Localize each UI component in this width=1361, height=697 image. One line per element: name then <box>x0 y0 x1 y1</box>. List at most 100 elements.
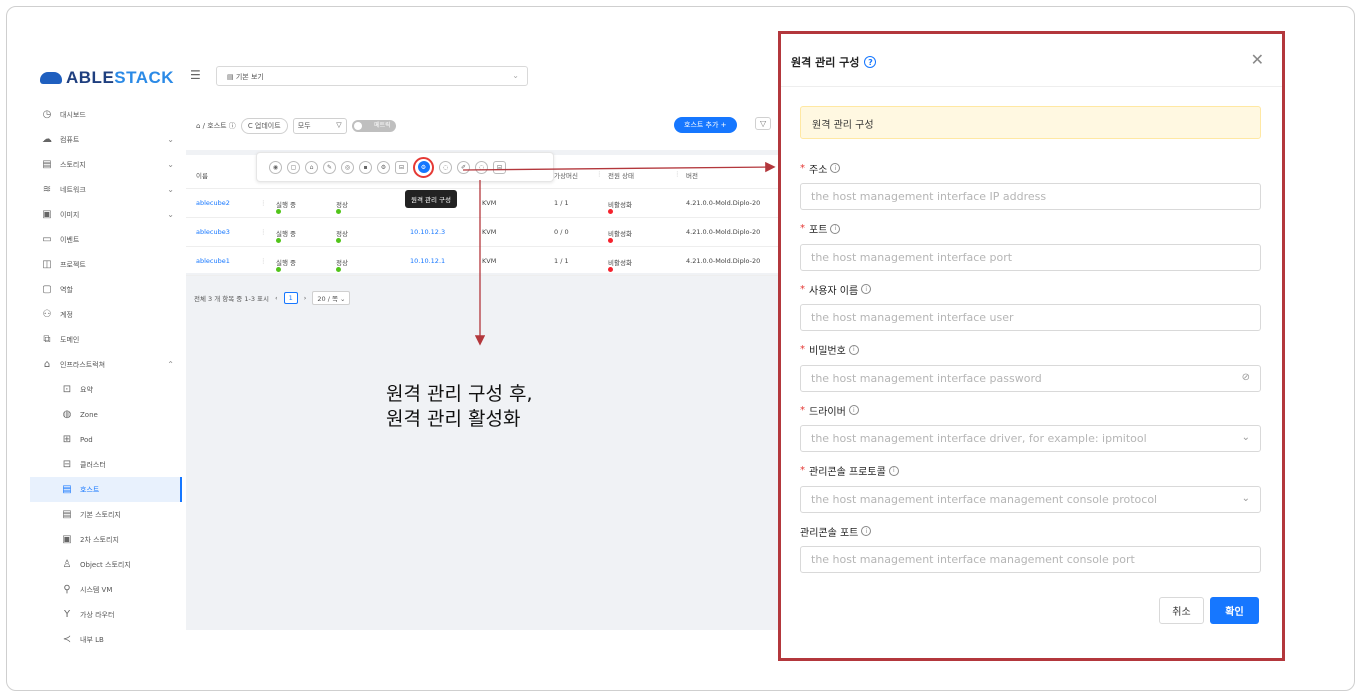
action-metrics-icon[interactable]: ◉ <box>269 160 282 174</box>
action-console-icon[interactable]: ⊟ <box>395 160 408 174</box>
cancel-button[interactable]: 취소 <box>1159 597 1204 624</box>
info-icon[interactable]: i <box>888 465 899 476</box>
sidebar-item[interactable]: ▣ 2차 스토리지 <box>30 527 182 552</box>
event-icon: ▭ <box>42 234 52 245</box>
configure-remote-management-button[interactable]: ⚙ <box>413 156 434 178</box>
filter-select[interactable]: 모두 ▽ <box>292 118 347 134</box>
metrics-toggle[interactable]: 메트릭 <box>351 120 396 132</box>
host-name-link-text: ablecube1 <box>196 257 230 265</box>
info-icon[interactable]: i <box>830 223 841 234</box>
field-label: 관리콘솔 포트 i <box>800 524 1261 539</box>
info-icon[interactable]: i <box>861 284 872 294</box>
ablestack-logo[interactable]: ABLESTACK <box>40 68 174 88</box>
main-content: ⌂ / 호스트 ⓘ C 업데이트 모두 ▽ 메트릭 호스트 추가 + ▽ 이름 가… <box>186 100 780 630</box>
view-select[interactable]: ▤ 기본 보기 ⌄ <box>216 66 528 86</box>
host-name-link[interactable]: ablecube3 <box>196 228 230 236</box>
role-icon: ▢ <box>42 284 52 295</box>
sidebar-item[interactable]: ☁ 컴퓨트 ⌄ <box>30 127 182 152</box>
field-input[interactable]: the host management interface management… <box>800 485 1261 513</box>
field-input[interactable]: the host management interface driver, fo… <box>800 425 1261 452</box>
sidebar-item[interactable]: ≋ 네트워크 ⌄ <box>30 177 182 202</box>
header-version[interactable]: 버전 <box>686 170 698 180</box>
sidebar-item[interactable]: ▤ 스토리지 ⌄ <box>30 152 182 177</box>
sidebar-item[interactable]: ▢ 역할 <box>30 277 182 302</box>
sidebar-item[interactable]: ⚲ 시스템 VM <box>30 577 182 602</box>
sidebar-item-label: 계정 <box>60 310 73 319</box>
sidebar-item[interactable]: ◫ 프로젝트 <box>30 252 182 277</box>
version-cell-text: 4.21.0.0-Mold.Diplo-20 <box>686 228 761 236</box>
host-name-link[interactable]: ablecube1 <box>196 257 230 265</box>
action-shield-icon[interactable]: ◌ <box>439 160 452 174</box>
add-host-button[interactable]: 호스트 추가 + <box>674 117 737 133</box>
sidebar-item[interactable]: ◷ 대시보드 <box>30 102 182 127</box>
field-label-text: 비밀번호 <box>809 346 846 357</box>
menu-fold-icon[interactable]: ☰ <box>190 68 201 82</box>
action-home-icon[interactable]: ⌂ <box>305 160 318 174</box>
page-size-select[interactable]: 20 / 쪽 ⌄ <box>312 291 351 305</box>
resource-state-cell-text: 정상 <box>336 259 348 267</box>
close-icon[interactable]: ✕ <box>1251 50 1264 69</box>
action-pencil-icon[interactable]: ✎ <box>323 160 336 174</box>
pager-current-page[interactable]: 1 <box>283 292 298 304</box>
column-filter-button[interactable]: ▽ <box>755 117 772 130</box>
sidebar-item-label: 인프라스트럭쳐 <box>60 360 106 369</box>
sidebar-item[interactable]: ⊞ Pod <box>30 427 182 452</box>
sidebar-item[interactable]: ⧉ 도메인 <box>30 327 182 352</box>
action-edit-icon[interactable]: ▢ <box>287 160 300 174</box>
refresh-button[interactable]: C 업데이트 <box>240 118 288 134</box>
sidebar-item[interactable]: ♙ Object 스토리지 <box>30 552 182 577</box>
sidebar-item[interactable]: Y 가상 라우터 <box>30 602 182 627</box>
required-mark: * <box>800 344 805 355</box>
table-row[interactable]: ⋮ ablecube1 실행 중 정상 10.10.12.1 KVM 1 / 1 비활성화 4.… <box>186 247 780 276</box>
sidebar-item[interactable]: ⌂ 인프라스트럭쳐 ⌃ <box>30 352 182 377</box>
help-icon[interactable]: ? <box>864 56 877 68</box>
breadcrumb-path[interactable]: ⌂ / 호스트 ⓘ <box>196 121 236 131</box>
action-lock-icon[interactable]: ◎ <box>341 160 354 174</box>
header-vms[interactable]: 가상머신 <box>554 170 578 180</box>
resource-state-cell: 정상 <box>336 228 348 243</box>
sidebar-item[interactable]: ▤ 기본 스토리지 <box>30 502 182 527</box>
status-dot-icon <box>276 238 281 243</box>
info-icon[interactable]: i <box>848 344 859 355</box>
action-delete-icon[interactable]: ⊟ <box>493 160 506 174</box>
field-input[interactable]: the host management interface port <box>800 243 1261 271</box>
action-cycle-icon[interactable]: ◌ <box>475 160 488 174</box>
zone-icon: ◍ <box>62 409 72 420</box>
table-row[interactable]: ⋮ ablecube3 실행 중 정상 10.10.12.3 KVM 0 / 0 비활성화 4.… <box>186 218 780 247</box>
field-label-text: 관리콘솔 포트 <box>800 527 859 539</box>
header-separator: ⋮ <box>596 170 603 178</box>
dashboard-icon: ◷ <box>42 109 52 120</box>
sidebar-item[interactable]: ▣ 이미지 ⌄ <box>30 202 182 227</box>
power-state-cell-text: 비활성화 <box>608 201 632 209</box>
ok-button[interactable]: 확인 <box>1210 597 1259 624</box>
host-name-link[interactable]: ablecube2 <box>196 199 230 207</box>
sidebar-item[interactable]: ▤ 호스트 <box>30 477 182 502</box>
sidebar-item[interactable]: ▭ 이벤트 <box>30 227 182 252</box>
status-dot-icon <box>336 238 341 243</box>
field-input[interactable]: the host management interface IP address <box>800 183 1261 210</box>
header-power[interactable]: 전원 상태 <box>608 170 634 180</box>
field-input[interactable]: the host management interface user <box>800 304 1261 331</box>
field-input[interactable]: the host management interface management… <box>800 546 1261 573</box>
sidebar-item[interactable]: ◍ Zone <box>30 402 182 427</box>
action-wrench-icon[interactable]: ✐ <box>457 160 470 174</box>
host-name-link-text: ablecube3 <box>196 228 230 236</box>
sidebar-item[interactable]: ≺ 내부 LB <box>30 627 182 652</box>
sidebar-item[interactable]: ⚇ 계정 <box>30 302 182 327</box>
action-stop-icon[interactable]: ▪ <box>359 160 372 174</box>
header-name[interactable]: 이름 <box>196 170 208 180</box>
sidebar-item-label: Object 스토리지 <box>80 560 131 569</box>
info-icon[interactable]: i <box>848 405 859 415</box>
sidebar-item-label: 기본 스토리지 <box>80 510 121 519</box>
pager-prev-icon[interactable]: ‹ <box>275 294 278 302</box>
action-settings-icon[interactable]: ⚙ <box>377 160 390 174</box>
field-label: * 사용자 이름 i <box>800 282 1261 297</box>
sidebar-item[interactable]: ⊡ 요약 <box>30 377 182 402</box>
eye-off-icon[interactable]: ⊘ <box>1242 372 1250 383</box>
field-input[interactable]: the host management interface password ⊘ <box>800 364 1261 392</box>
pager-next-icon[interactable]: › <box>304 294 307 302</box>
sidebar-item[interactable]: ⊟ 클러스터 <box>30 452 182 477</box>
table-row[interactable]: ⋮ ablecube2 실행 중 정상 KVM 1 / 1 비활성화 4.21.0.0-Mol… <box>186 189 780 218</box>
info-icon[interactable]: i <box>830 163 841 173</box>
info-icon[interactable]: i <box>861 526 872 536</box>
